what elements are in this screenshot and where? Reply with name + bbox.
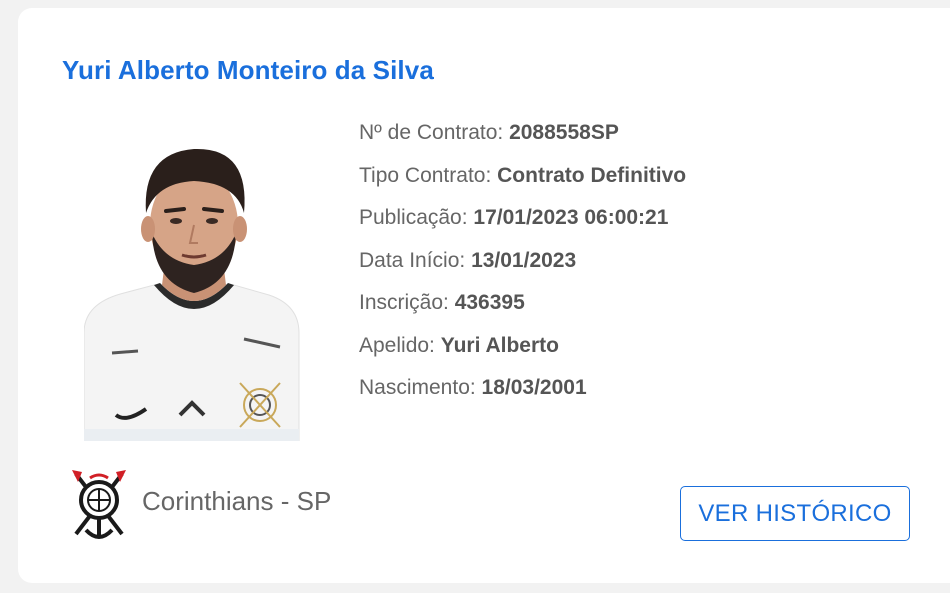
club-name: Corinthians - SP [142,485,332,516]
detail-contract-number: Nº de Contrato: 2088558SP [359,112,686,155]
detail-value: 18/03/2001 [481,376,587,399]
detail-contract-type: Tipo Contrato: Contrato Definitivo [359,155,686,198]
detail-label: Apelido: [359,333,441,357]
detail-value: Yuri Alberto [440,333,559,357]
view-history-button[interactable]: VER HISTÓRICO [680,486,910,541]
detail-value: Contrato Definitivo [497,163,687,187]
detail-label: Nascimento: [359,376,482,399]
detail-publication: Publicação: 17/01/2023 06:00:21 [359,197,686,240]
detail-label: Inscrição: [359,291,455,314]
detail-value: 17/01/2023 06:00:21 [473,206,669,229]
detail-birth: Nascimento: 18/03/2001 [359,367,686,410]
player-card: Yuri Alberto Monteiro da Silva Nº de Con… [18,8,950,583]
detail-registration: Inscrição: 436395 [359,282,686,325]
detail-nickname: Apelido: Yuri Alberto [359,325,686,368]
detail-value: 2088558SP [509,121,619,144]
player-photo [84,133,304,441]
detail-value: 13/01/2023 [471,248,577,272]
contract-details: Nº de Contrato: 2088558SP Tipo Contrato:… [359,112,686,410]
corinthians-crest-icon [68,468,130,544]
detail-label: Tipo Contrato: [359,163,498,187]
club-info: Corinthians - SP [68,466,331,546]
detail-label: Data Início: [359,248,472,272]
detail-start-date: Data Início: 13/01/2023 [359,240,686,283]
detail-label: Publicação: [359,206,474,229]
detail-value: 436395 [454,291,525,314]
detail-label: Nº de Contrato: [359,121,510,144]
player-name[interactable]: Yuri Alberto Monteiro da Silva [62,55,434,86]
